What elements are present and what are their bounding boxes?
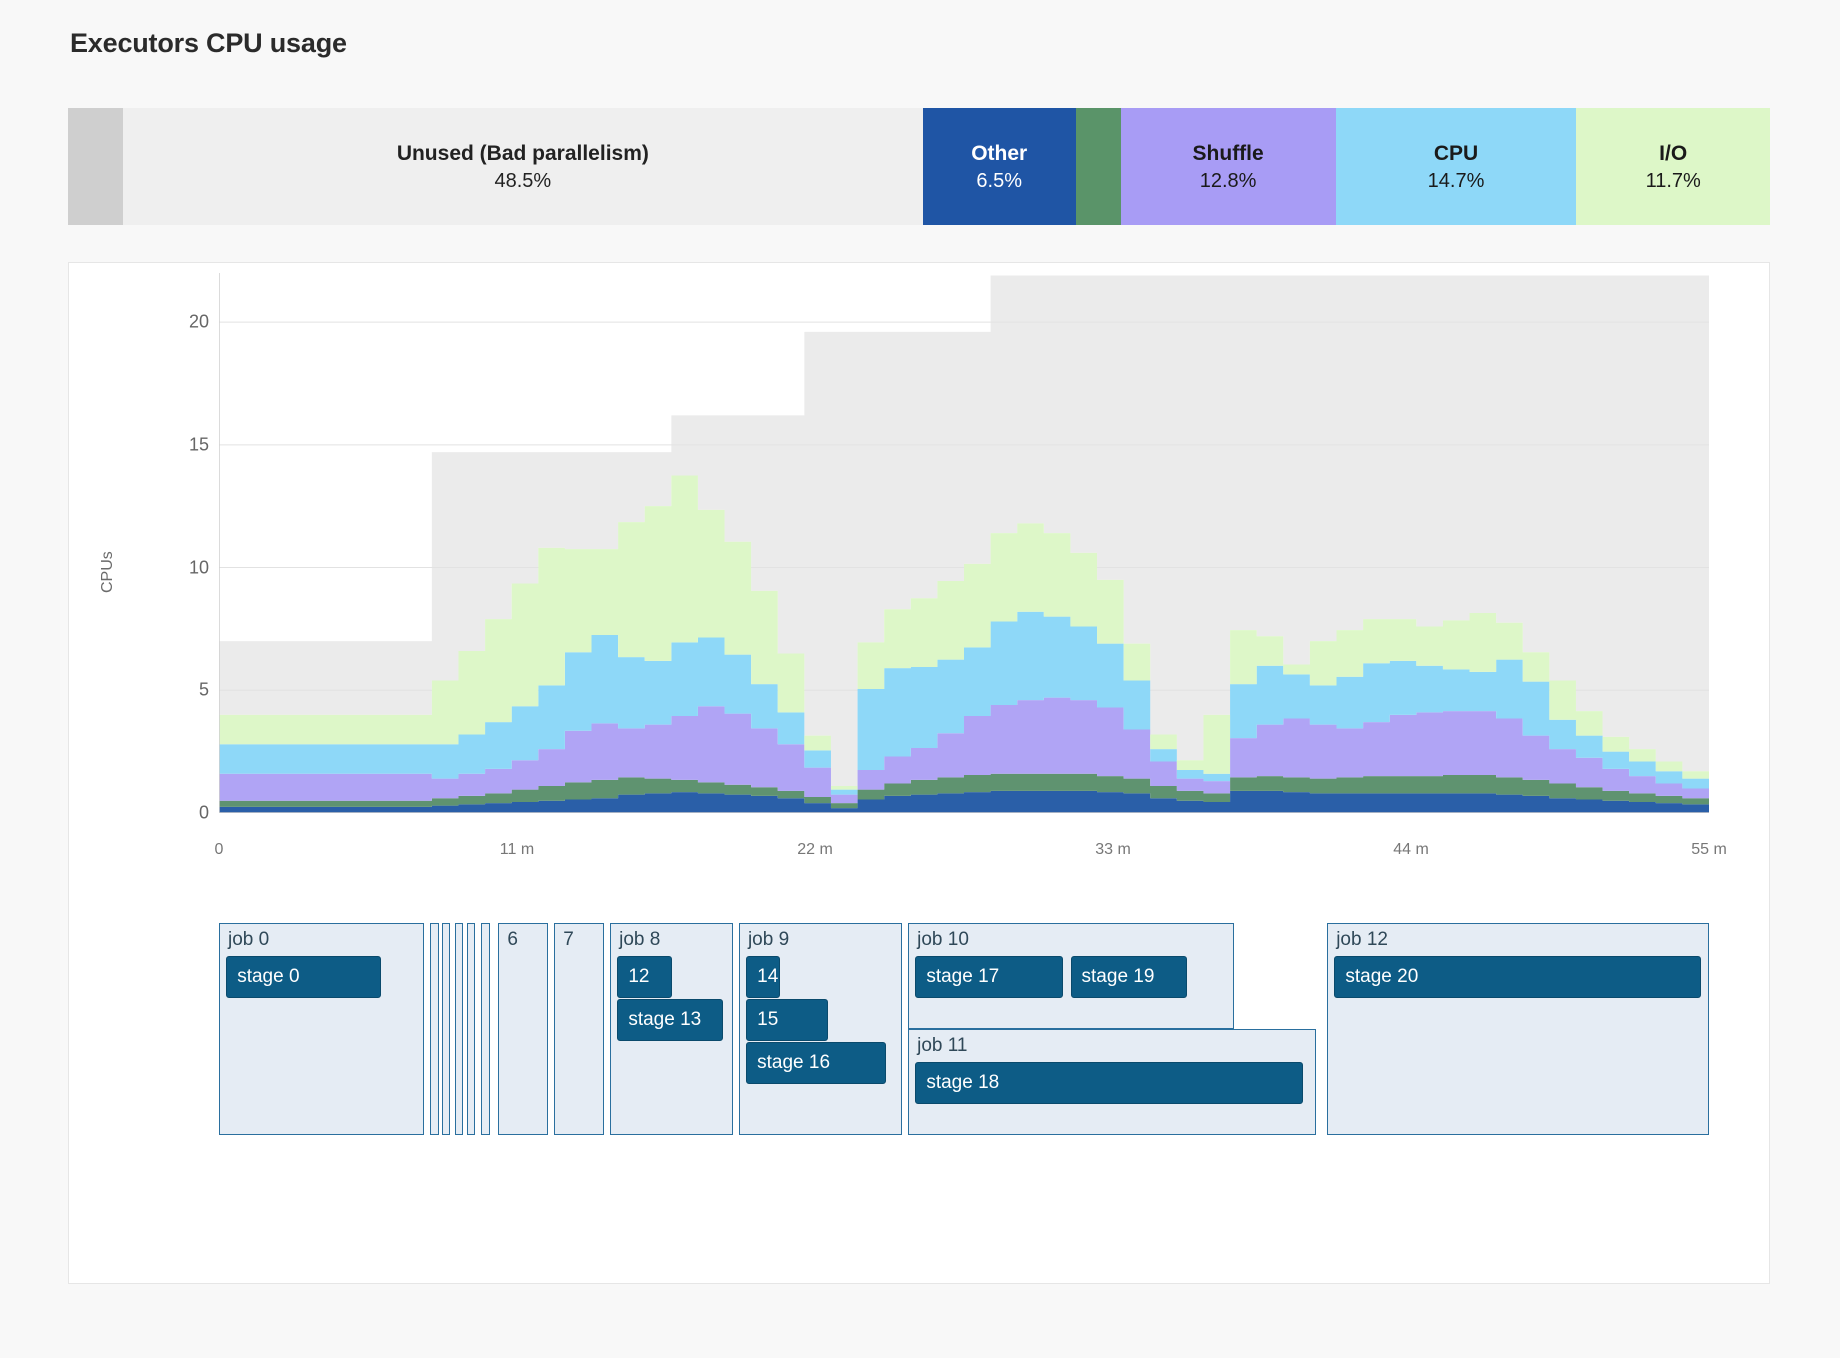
x-tick-label: 44 m [1393,841,1429,858]
page-title: Executors CPU usage [70,28,347,58]
timeline-stage-14[interactable]: 14 [746,956,781,998]
timeline-stage-12[interactable]: 12 [617,956,672,998]
timeline-stage-stage-16[interactable]: stage 16 [746,1042,886,1084]
y-tick-label: 15 [188,434,209,455]
summary-segment-value: 6.5% [976,169,1023,192]
x-tick-label: 11 m [499,841,535,858]
summary-segment-label: Unused (Bad parallelism) [396,141,649,165]
timeline-job-11[interactable]: job 11 stage 18 [908,1029,1317,1135]
y-axis-ticks: 0 5 10 15 20 [129,263,209,903]
timeline-job-0[interactable]: job 0 stage 0 [219,923,424,1135]
timeline-stage-stage-19[interactable]: stage 19 [1070,956,1187,998]
job-label: job 12 [1336,929,1388,950]
y-tick-label: 5 [198,679,209,700]
x-tick-label: 55 m [1691,841,1727,858]
timeline-stage-stage-13[interactable]: stage 13 [617,999,723,1041]
timeline-stage-stage-0[interactable]: stage 0 [226,956,382,998]
y-tick-label: 20 [188,311,209,332]
summary-segment-unlabeled-0[interactable] [68,108,123,225]
summary-segment-value: 48.5% [494,169,552,192]
summary-segment-other[interactable]: Other 6.5% [922,108,1076,225]
job-label: job 8 [619,929,661,950]
summary-segment-value: 12.8% [1199,169,1257,192]
timeline-job-12[interactable]: job 12 stage 20 [1327,923,1709,1135]
job-label: 6 [507,929,518,950]
timeline-job-narrow-3[interactable] [454,923,464,1135]
timeline-job-narrow-4[interactable] [466,923,476,1135]
y-tick-label: 10 [188,557,209,578]
summary-segment-value: 14.7% [1427,169,1485,192]
job-label: job 11 [917,1035,968,1056]
y-tick-label: 0 [198,802,209,823]
x-tick-label: 22 m [797,841,833,858]
job-label: 7 [563,929,574,950]
x-tick-label: 0 [214,841,224,858]
summary-segment-gc[interactable] [1075,108,1121,225]
summary-segment-label: Other [971,141,1028,165]
y-axis-title: CPUs [99,551,116,593]
summary-segment-cpu[interactable]: CPU 14.7% [1335,108,1577,225]
job-label: job 9 [747,929,790,950]
jobs-timeline: job 0 stage 0 6 7 job 8 12 stage 13 job 9 14 15st… [219,923,1709,1135]
summary-segment-label: Shuffle [1192,141,1264,165]
timeline-job-narrow-2[interactable] [441,923,451,1135]
timeline-stage-stage-17[interactable]: stage 17 [915,956,1063,998]
cpu-usage-chart: CPUs 0 5 10 15 20 0 11 m 22 m 33 m 44 m 55 m [69,263,1771,903]
timeline-stage-stage-18[interactable]: stage 18 [915,1062,1304,1104]
summary-segment-unused-bad-parallelism[interactable]: Unused (Bad parallelism) 48.5% [122,108,923,225]
summary-segment-label: I/O [1659,141,1688,165]
timeline-7[interactable]: 7 [554,923,604,1135]
timeline-6[interactable]: 6 [498,923,549,1135]
timeline-stage-15[interactable]: 15 [746,999,829,1041]
timeline-job-10[interactable]: job 10 stage 17 stage 19 [908,923,1235,1029]
timeline-job-8[interactable]: job 8 12 stage 13 [610,923,733,1135]
timeline-job-9[interactable]: job 9 14 15 stage 16 [738,923,902,1135]
stacked-area-plot [219,273,1709,813]
summary-segment-value: 11.7% [1645,169,1701,192]
summary-segment-shuffle[interactable]: Shuffle 12.8% [1120,108,1336,225]
timeline-job-narrow-1[interactable] [430,923,439,1135]
chart-card: CPUs 0 5 10 15 20 0 11 m 22 m 33 m 44 m 55 m job … [68,262,1770,1284]
job-label: job 0 [228,929,270,950]
timeline-job-narrow-5[interactable] [481,923,490,1135]
summary-segment-label: CPU [1433,141,1479,165]
cpu-usage-summary-bar: Unused (Bad parallelism) 48.5% Other 6.5% Sh… [68,108,1771,225]
x-tick-label: 33 m [1095,841,1131,858]
summary-segment-i-o[interactable]: I/O 11.7% [1576,108,1771,225]
timeline-stage-stage-20[interactable]: stage 20 [1334,956,1701,998]
executors-cpu-usage-page: Executors CPU usage Unused (Bad parallel… [0,0,1840,1358]
job-label: job 10 [917,929,969,950]
